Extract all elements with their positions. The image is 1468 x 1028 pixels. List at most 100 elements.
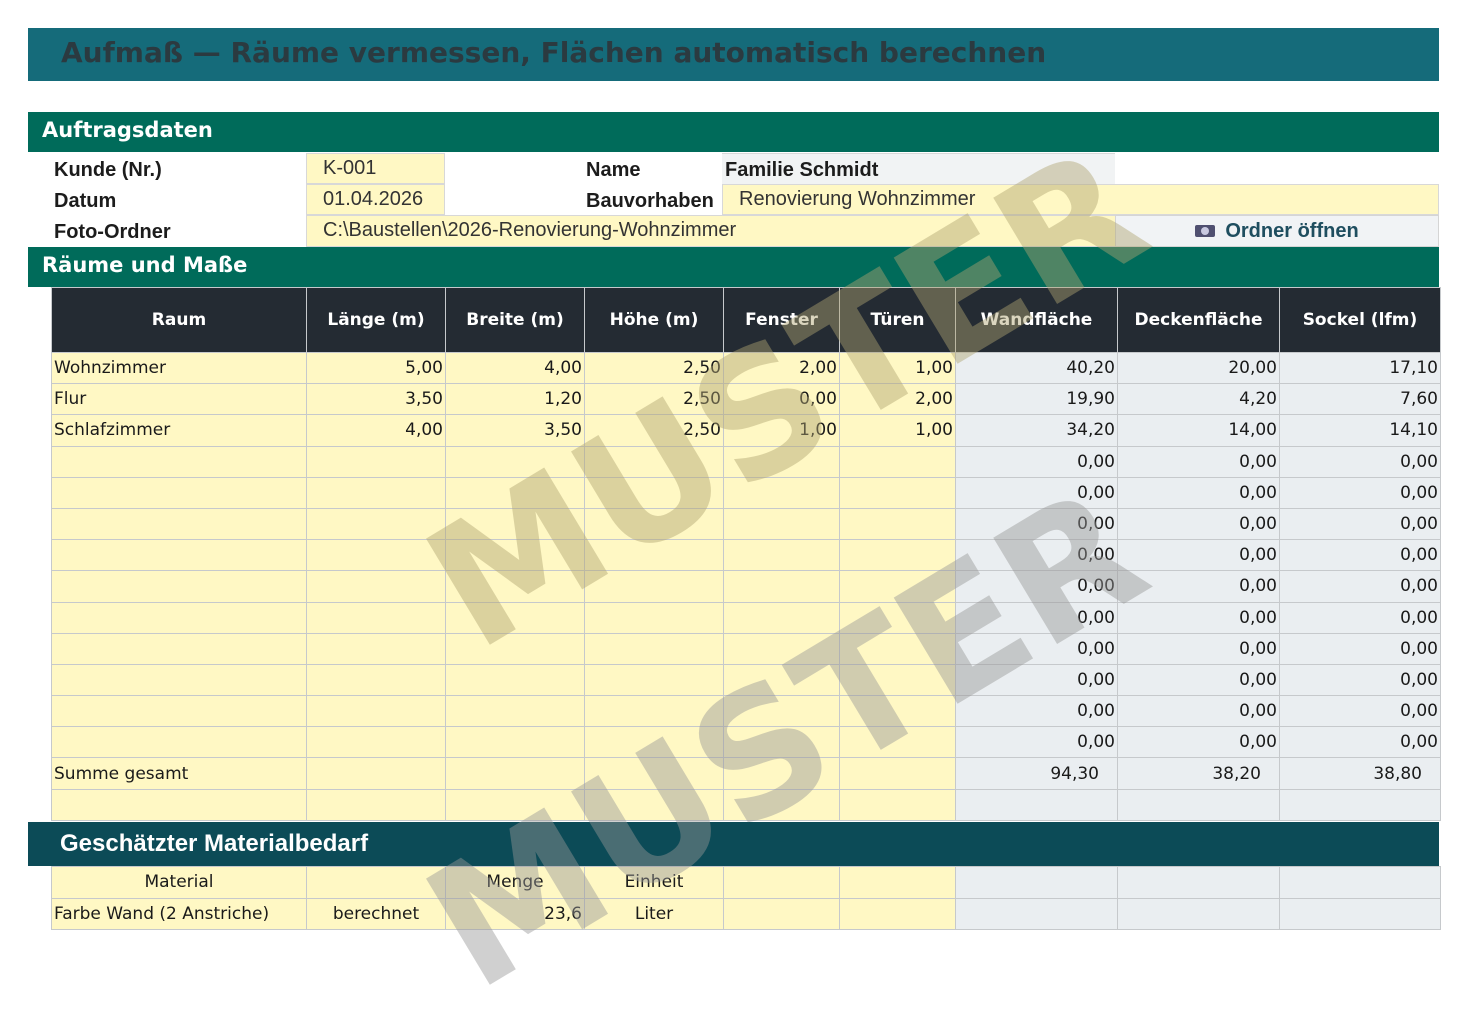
input-cell[interactable]: 4,00 [445,351,585,385]
input-cell[interactable] [839,476,956,509]
input-cell[interactable] [445,539,585,572]
input-cell[interactable] [306,539,446,572]
input-cell[interactable]: 5,00 [306,351,446,385]
room-name-cell[interactable] [51,601,307,634]
input-cell[interactable] [306,476,446,509]
input-cell[interactable] [839,507,956,541]
input-cell[interactable] [584,507,724,541]
input-cell[interactable] [584,726,724,759]
table-row: Wohnzimmer 5,00 4,00 2,50 2,00 1,00 40,20 20,00… [51,351,1441,385]
computed-cell: 0,00 [1279,570,1441,603]
input-cell[interactable] [306,632,446,665]
input-cell[interactable] [584,601,724,634]
input-cell[interactable] [723,695,840,728]
input-cell[interactable] [839,445,956,478]
input-cell[interactable] [584,570,724,603]
room-name-cell[interactable] [51,695,307,728]
input-cell[interactable] [723,632,840,665]
input-cell[interactable]: 2,50 [584,414,724,447]
room-name-cell[interactable] [51,663,307,697]
input-cell[interactable] [723,476,840,509]
input-cell[interactable]: 1,00 [723,414,840,447]
input-cell[interactable] [839,632,956,665]
empty-cell[interactable] [723,788,840,821]
input-cell[interactable] [445,663,585,697]
computed-cell: 0,00 [955,601,1118,634]
input-cell[interactable]: 1,20 [445,383,585,416]
name-field[interactable]: Familie Schmidt [722,153,1115,184]
room-name-cell[interactable] [51,445,307,478]
input-cell[interactable] [723,445,840,478]
input-cell[interactable] [839,726,956,759]
room-name-cell[interactable] [51,507,307,541]
room-name-cell[interactable]: Wohnzimmer [51,351,307,385]
input-cell[interactable] [723,507,840,541]
input-cell[interactable] [839,570,956,603]
input-cell[interactable] [723,726,840,759]
input-cell[interactable] [445,507,585,541]
input-cell[interactable] [584,445,724,478]
input-cell[interactable]: 3,50 [445,414,585,447]
room-name-cell[interactable] [51,726,307,759]
input-cell[interactable] [839,695,956,728]
input-cell[interactable] [584,539,724,572]
empty-cell [839,757,956,790]
empty-cell[interactable] [306,788,446,821]
room-name-cell[interactable] [51,570,307,603]
input-cell[interactable]: 2,50 [584,351,724,385]
input-cell[interactable]: 3,50 [306,383,446,416]
computed-cell: 0,00 [955,539,1118,572]
input-cell[interactable] [306,570,446,603]
bauvorhaben-field[interactable]: Renovierung Wohnzimmer [722,184,1439,215]
input-cell[interactable] [306,726,446,759]
input-cell[interactable]: 1,00 [839,414,956,447]
material-cell[interactable]: Farbe Wand (2 Anstriche) [51,897,307,930]
input-cell[interactable] [584,476,724,509]
input-cell[interactable] [839,601,956,634]
input-cell[interactable]: 2,50 [584,383,724,416]
page-title: Aufmaß — Räume vermessen, Flächen automa… [61,36,1047,69]
input-cell[interactable] [839,539,956,572]
empty-cell[interactable] [584,788,724,821]
input-cell[interactable] [723,601,840,634]
room-name-cell[interactable] [51,539,307,572]
input-cell[interactable] [445,476,585,509]
input-cell[interactable] [445,601,585,634]
empty-cell[interactable] [839,788,956,821]
room-name-cell[interactable]: Schlafzimmer [51,414,307,447]
room-name-cell[interactable] [51,476,307,509]
empty-cell[interactable] [445,788,585,821]
input-cell[interactable] [445,632,585,665]
input-cell[interactable] [445,445,585,478]
input-cell[interactable] [584,632,724,665]
input-cell[interactable]: 0,00 [723,383,840,416]
datum-field[interactable]: 01.04.2026 [306,184,445,215]
room-name-cell[interactable]: Flur [51,383,307,416]
input-cell[interactable] [584,663,724,697]
input-cell[interactable] [584,695,724,728]
input-cell[interactable] [306,601,446,634]
open-folder-button[interactable]: Ordner öffnen [1115,215,1439,247]
empty-cell[interactable] [51,788,307,821]
input-cell[interactable]: 2,00 [839,383,956,416]
input-cell[interactable] [445,570,585,603]
room-name-cell[interactable] [51,632,307,665]
input-cell[interactable] [306,445,446,478]
input-cell[interactable] [723,539,840,572]
input-cell[interactable] [306,507,446,541]
input-cell[interactable] [839,663,956,697]
input-cell[interactable] [445,726,585,759]
foto-ordner-field[interactable]: C:\Baustellen\2026-Renovierung-Wohnzimme… [306,215,1116,247]
input-cell[interactable] [306,663,446,697]
sum-label: Summe gesamt [51,757,307,790]
input-cell[interactable] [306,695,446,728]
input-cell[interactable]: 4,00 [306,414,446,447]
input-cell[interactable] [723,570,840,603]
input-cell[interactable]: 2,00 [723,351,840,385]
input-cell[interactable] [445,695,585,728]
computed-cell: 19,90 [955,383,1118,416]
computed-cell: 20,00 [1117,351,1280,385]
kunde-field[interactable]: K-001 [306,153,445,184]
input-cell[interactable] [723,663,840,697]
input-cell[interactable]: 1,00 [839,351,956,385]
